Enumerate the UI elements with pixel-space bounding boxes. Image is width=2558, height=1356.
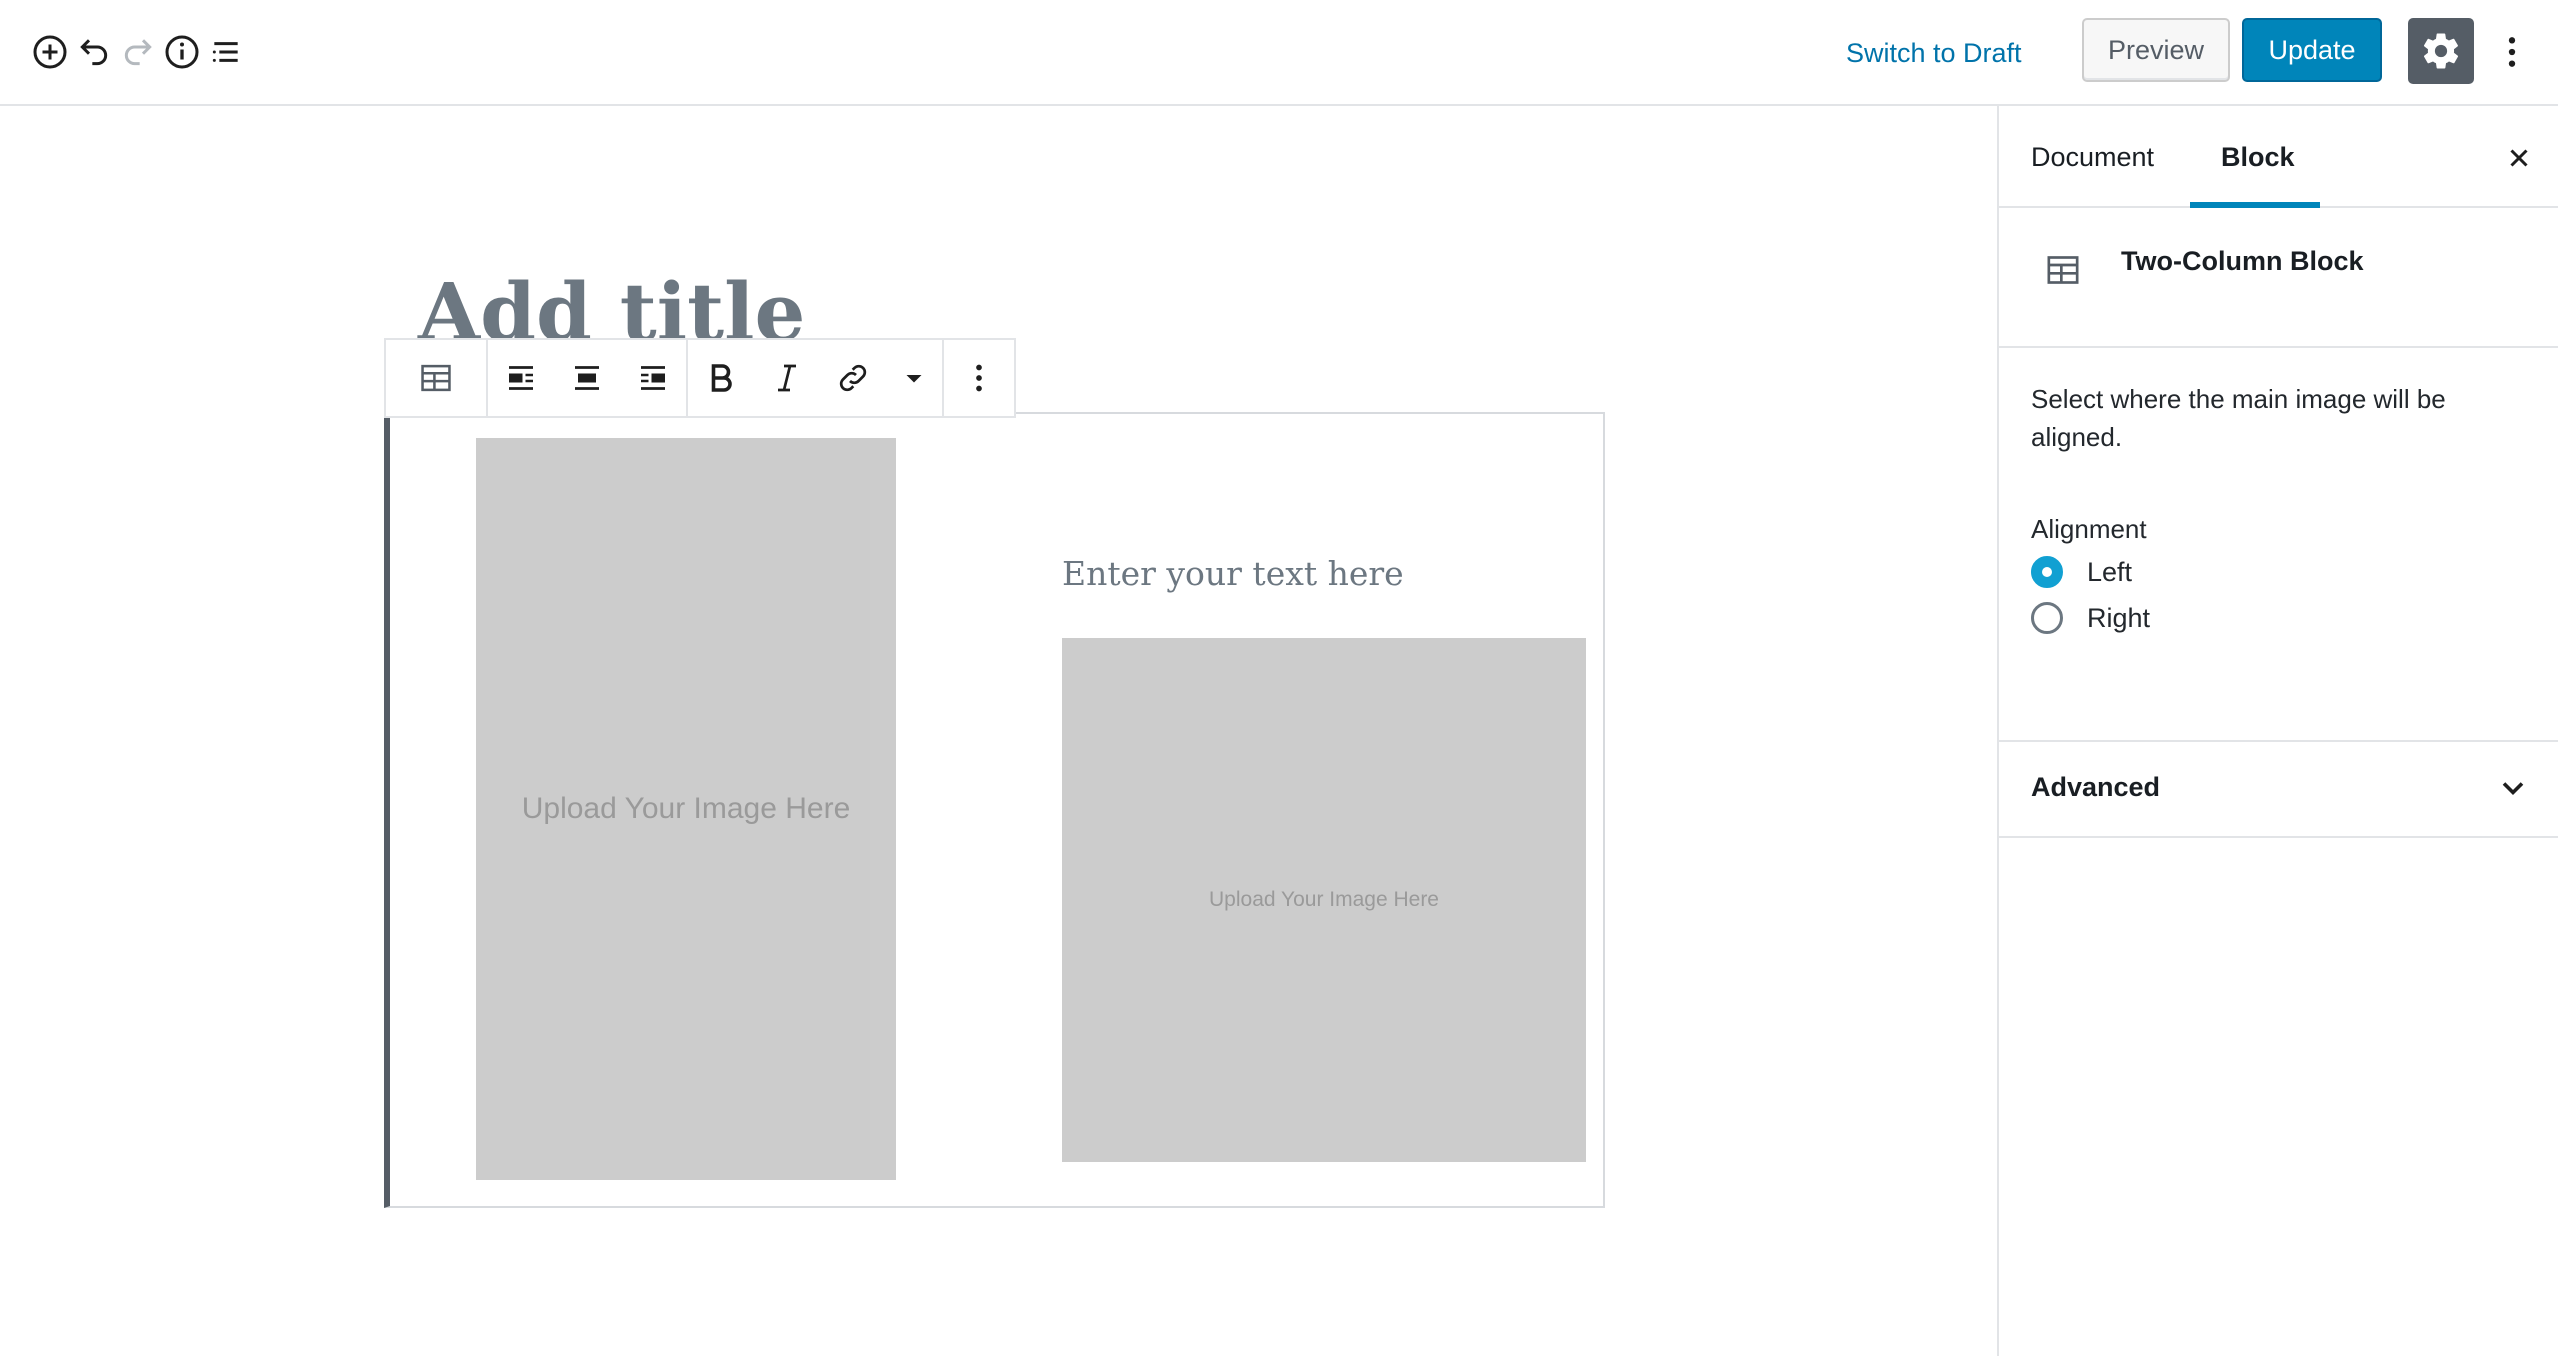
block-settings-panel: Select where the main image will be alig… — [1999, 350, 2558, 742]
link-icon — [839, 364, 867, 392]
radio-left[interactable] — [2031, 556, 2063, 588]
secondary-image-placeholder[interactable]: Upload Your Image Here — [1062, 638, 1586, 1162]
more-tools-button[interactable] — [2490, 24, 2534, 80]
close-sidebar-button[interactable] — [2499, 138, 2539, 178]
align-center-icon — [575, 366, 599, 390]
block-card: Two-Column Block — [1999, 210, 2558, 348]
caret-down-icon — [906, 375, 922, 383]
main-image-placeholder[interactable]: Upload Your Image Here — [476, 438, 896, 1180]
bold-button[interactable] — [688, 340, 754, 416]
block-navigation-icon[interactable] — [198, 24, 254, 80]
block-settings-group — [944, 340, 1014, 416]
block-switcher[interactable] — [386, 340, 488, 416]
radio-label-left: Left — [2087, 556, 2133, 587]
alignment-option-right[interactable]: Right — [2031, 598, 2150, 638]
gear-icon — [2423, 33, 2459, 69]
italic-button[interactable] — [754, 340, 820, 416]
align-center-button[interactable] — [554, 340, 620, 416]
format-group — [688, 340, 944, 416]
vertical-ellipsis-icon — [976, 364, 982, 392]
block-editor: Switch to Draft Preview Update Add title — [0, 0, 2558, 1356]
text-input[interactable]: Enter your text here — [1062, 554, 1582, 610]
two-column-block-icon — [421, 364, 451, 392]
alignment-group — [488, 340, 688, 416]
block-card-title: Two-Column Block — [2121, 246, 2364, 276]
tab-block[interactable]: Block — [2221, 106, 2295, 208]
advanced-panel-toggle[interactable]: Advanced — [1999, 742, 2558, 838]
active-tab-indicator — [2190, 202, 2320, 208]
close-icon — [2510, 149, 2528, 167]
settings-button[interactable] — [2408, 18, 2474, 84]
vertical-ellipsis-icon — [2508, 37, 2516, 67]
align-left-icon — [509, 366, 533, 390]
switch-to-draft-button[interactable]: Switch to Draft — [1846, 32, 2022, 74]
align-right-button[interactable] — [620, 340, 686, 416]
advanced-label: Advanced — [2031, 772, 2161, 802]
update-button[interactable]: Update — [2242, 18, 2382, 82]
radio-right[interactable] — [2031, 602, 2063, 634]
settings-sidebar: Document Block Two-Column Block Select w… — [1997, 106, 2558, 1356]
preview-button[interactable]: Preview — [2082, 18, 2230, 82]
radio-label-right: Right — [2087, 602, 2151, 633]
sidebar-tabs: Document Block — [1999, 106, 2558, 208]
chevron-down-icon — [2502, 782, 2524, 796]
bold-icon — [711, 364, 732, 392]
block-toolbar — [384, 338, 1016, 418]
editor-header: Switch to Draft Preview Update — [0, 0, 2558, 106]
editor-canvas: Add title Upload Your Image Here Enter y… — [0, 106, 1997, 1356]
block-more-options-button[interactable] — [944, 340, 1014, 416]
align-right-icon — [641, 366, 665, 390]
two-column-block[interactable]: Upload Your Image Here Enter your text h… — [384, 412, 1605, 1208]
alignment-label: Alignment — [2031, 514, 2147, 544]
table-icon — [2047, 256, 2079, 284]
more-formats-button[interactable] — [886, 340, 942, 416]
help-text: Select where the main image will be alig… — [2031, 384, 2446, 452]
alignment-option-left[interactable]: Left — [2031, 552, 2132, 592]
tab-document[interactable]: Document — [2031, 106, 2154, 208]
link-button[interactable] — [820, 340, 886, 416]
align-left-button[interactable] — [488, 340, 554, 416]
italic-icon — [778, 364, 796, 392]
